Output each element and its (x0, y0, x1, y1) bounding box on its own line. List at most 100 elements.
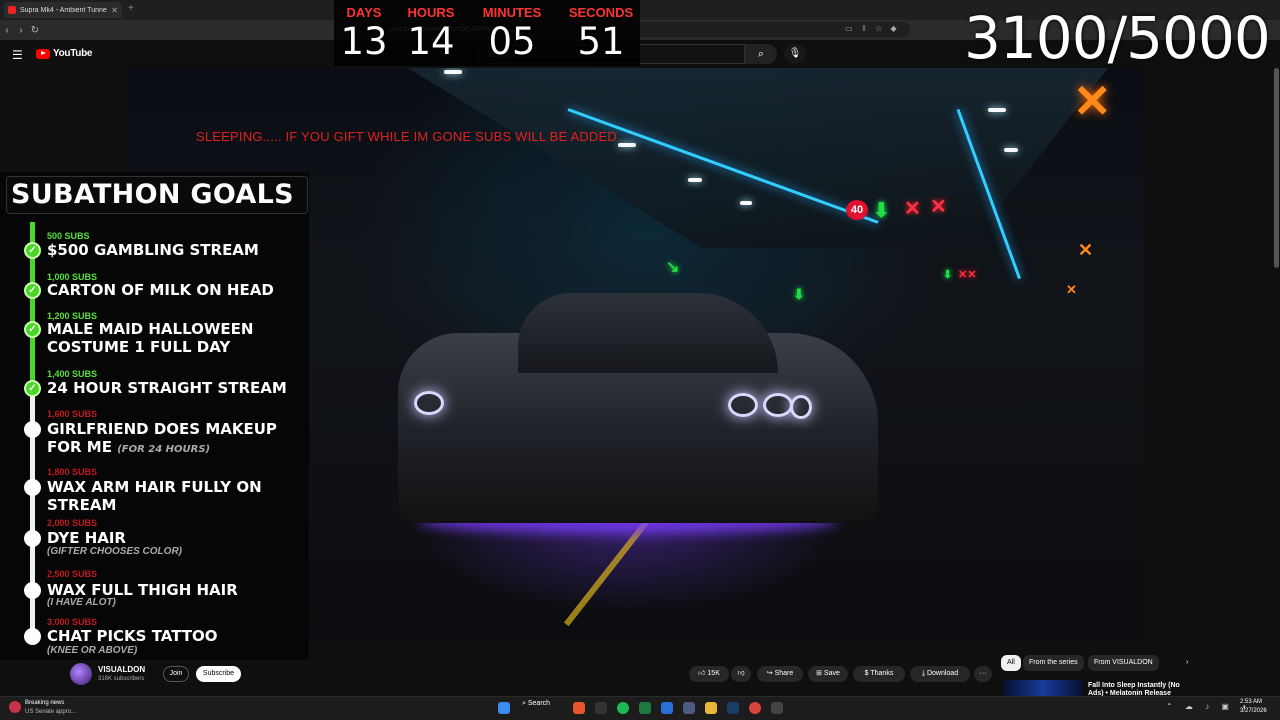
more-actions-button[interactable]: ··· (974, 666, 992, 682)
save-button[interactable]: ⊞ Save (808, 666, 848, 682)
arrow-down-icon: ⬇ (793, 286, 805, 302)
chip-all[interactable]: All (1001, 655, 1021, 671)
folder-icon[interactable] (705, 702, 717, 714)
system-tray[interactable]: ⌃ ☁ ♪ ▣ ◑ (1166, 702, 1251, 711)
goal-node (24, 582, 41, 599)
youtube-play-icon (36, 48, 50, 59)
x-icon: ✕ (904, 198, 921, 220)
goal-text: GIRLFRIEND DOES MAKEUP (47, 420, 277, 438)
supra-car (398, 293, 878, 534)
like-button[interactable]: 👍︎ 15K (689, 666, 729, 682)
headlight (790, 395, 812, 419)
news-icon[interactable] (9, 701, 21, 713)
tunnel-light (740, 201, 752, 205)
tunnel-light (1004, 148, 1018, 152)
arrow-down-right-icon: ↘ (666, 259, 680, 276)
x-icon: ✕ (1066, 282, 1077, 297)
notepad-icon[interactable] (683, 702, 695, 714)
chip-from-channel[interactable]: From VISUALDON (1088, 655, 1159, 671)
windows-start-icon[interactable] (498, 702, 510, 714)
goal-text: COSTUME 1 FULL DAY (47, 338, 231, 356)
goal-subs: 2,000 SUBS (47, 518, 98, 528)
clock-date[interactable]: 3/27/2026 (1240, 708, 1267, 714)
chevron-right-icon[interactable]: › (1180, 655, 1194, 671)
goal-text: FOR ME (FOR 24 HOURS) (47, 438, 210, 459)
goal-subs: 1,400 SUBS (47, 369, 98, 379)
clock-time[interactable]: 2:53 AM (1240, 699, 1262, 705)
goal-text: 24 HOUR STRAIGHT STREAM (47, 379, 287, 397)
goal-text: STREAM (47, 496, 117, 514)
browser-toolbar-icons: ▭ ⇪ ☆ ◆ (845, 24, 897, 33)
chip-from-series[interactable]: From the series (1023, 655, 1084, 671)
timer-value: 13 (340, 20, 388, 63)
share-page-icon[interactable]: ⇪ (861, 24, 868, 33)
new-tab-icon[interactable]: + (128, 3, 134, 14)
goal-text-line: FOR ME (47, 438, 112, 456)
x-icon: ✕ (1073, 75, 1112, 127)
thumbs-down-icon: 👎︎ (737, 670, 745, 677)
taskbar-search[interactable]: ⌕ Search (522, 700, 550, 708)
dislike-button[interactable]: 👎︎ (731, 666, 751, 682)
share-button[interactable]: ↪ Share (757, 666, 803, 682)
goal-text: WAX ARM HAIR FULLY ON (47, 478, 262, 496)
excel-icon[interactable] (639, 702, 651, 714)
goal-subs: 500 SUBS (47, 231, 90, 241)
check-icon: ✓ (24, 380, 41, 397)
goal-text: CHAT PICKS TATTOO (47, 627, 218, 645)
close-tab-icon[interactable]: ✕ (111, 6, 118, 15)
extension-icon[interactable]: ◆ (890, 24, 896, 33)
news-subtitle: US Senate appro... (25, 709, 77, 715)
headlight (414, 391, 444, 415)
like-count: 15K (707, 670, 720, 677)
install-icon[interactable]: ▭ (845, 24, 853, 33)
goal-note: (GIFTER CHOOSES COLOR) (47, 546, 182, 557)
timer-value: 14 (407, 20, 455, 63)
brave-icon[interactable] (573, 702, 585, 714)
subscribe-button[interactable]: Subscribe (196, 666, 241, 682)
sub-counter: 3100/5000 (964, 4, 1271, 72)
x-icon: ✕✕ (958, 269, 977, 281)
bookmark-icon[interactable]: ☆ (875, 24, 882, 33)
edge-icon[interactable] (661, 702, 673, 714)
goal-text: MALE MAID HALLOWEEN (47, 320, 254, 338)
mic-icon[interactable]: 🎙 (784, 44, 806, 64)
channel-avatar[interactable] (70, 663, 92, 685)
timer-seconds: SECONDS 51 (568, 5, 634, 62)
timer-minutes: MINUTES 05 (480, 5, 544, 62)
steam-icon[interactable] (727, 702, 739, 714)
share-label: Share (774, 670, 794, 677)
recommended-thumbnail[interactable] (1003, 680, 1083, 696)
browser-tab[interactable]: Supra Mk4 - Ambient Tunnel ✕ (4, 2, 122, 18)
menu-icon[interactable]: ☰ (12, 48, 24, 62)
check-icon: ✓ (24, 242, 41, 259)
app-icon[interactable] (771, 702, 783, 714)
channel-subscribers: 316K subscribers (98, 676, 145, 682)
timer-label: SECONDS (568, 5, 634, 20)
x-icon: ✕ (930, 196, 947, 218)
youtube-logo[interactable]: YouTube (36, 48, 93, 59)
page-scrollbar[interactable] (1274, 68, 1279, 268)
reload-icon[interactable]: ↻ (28, 25, 42, 36)
app-icon[interactable] (595, 702, 607, 714)
download-label: Download (926, 670, 959, 677)
join-button[interactable]: Join (163, 666, 189, 682)
channel-name[interactable]: VISUALDON (98, 665, 145, 674)
count-badge: 40 (846, 200, 868, 220)
save-icon: ⊞ (816, 670, 822, 677)
thanks-icon: $ (864, 670, 869, 677)
spotify-icon[interactable] (617, 702, 629, 714)
goal-subs: 1,800 SUBS (47, 467, 98, 477)
tab-title: Supra Mk4 - Ambient Tunnel (20, 6, 108, 14)
goal-subs: 2,500 SUBS (47, 569, 98, 579)
back-icon[interactable]: ‹ (0, 25, 14, 36)
goal-note: (FOR 24 HOURS) (117, 444, 211, 455)
save-label: Save (823, 670, 840, 677)
forward-icon[interactable]: › (14, 25, 28, 36)
search-icon[interactable]: ⌕ (745, 44, 777, 64)
car-roof (518, 293, 778, 373)
download-button[interactable]: ⤓ Download (910, 666, 970, 682)
news-title[interactable]: Breaking news (25, 700, 64, 706)
goal-text: $500 GAMBLING STREAM (47, 241, 259, 259)
chrome-icon[interactable] (749, 702, 761, 714)
thanks-button[interactable]: $ Thanks (853, 666, 905, 682)
